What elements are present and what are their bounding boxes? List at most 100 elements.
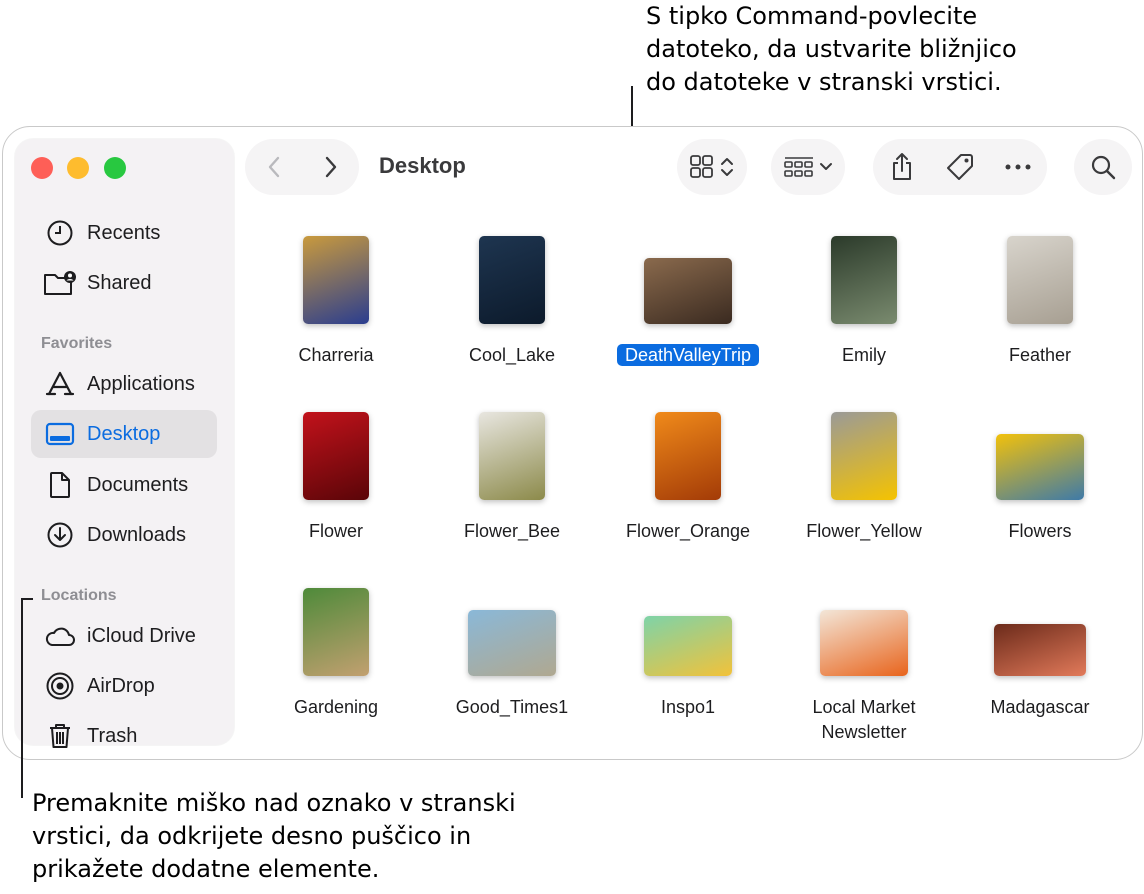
callout-line-1: S tipko Command-povlecite bbox=[646, 2, 978, 30]
file-thumbnail[interactable] bbox=[994, 624, 1086, 676]
grid-view-icon bbox=[690, 155, 713, 178]
file-name-text: Good_Times1 bbox=[455, 697, 569, 717]
callout-line-2: datoteko, da ustvarite bližnjico bbox=[646, 35, 1017, 63]
chevron-right-icon bbox=[325, 156, 336, 178]
file-thumbnail[interactable] bbox=[655, 412, 721, 500]
view-mode-button[interactable] bbox=[677, 139, 747, 195]
file-thumbnail[interactable] bbox=[831, 236, 897, 324]
sidebar-item-applications[interactable]: Applications bbox=[31, 360, 217, 408]
sidebar-item-label: Downloads bbox=[87, 523, 186, 546]
file-name[interactable]: Good_Times1 bbox=[424, 695, 600, 720]
file-name[interactable]: Flower_Bee bbox=[424, 519, 600, 544]
callout-command-drag: S tipko Command-povlecite datoteko, da u… bbox=[646, 0, 1116, 99]
file-thumbnail[interactable] bbox=[820, 610, 908, 676]
minimize-window-button[interactable] bbox=[67, 157, 89, 179]
file-name-text: Flower bbox=[308, 521, 363, 541]
close-window-button[interactable] bbox=[31, 157, 53, 179]
file-name[interactable]: Charreria bbox=[248, 343, 424, 368]
sidebar-item-airdrop[interactable]: AirDrop bbox=[31, 662, 217, 710]
file-name-text: Local Market Newsletter bbox=[812, 697, 916, 742]
file-name-text: Madagascar bbox=[990, 697, 1090, 717]
sidebar-item-recents[interactable]: Recents bbox=[31, 209, 217, 257]
group-by-button[interactable] bbox=[771, 139, 845, 195]
file-name-text: Flowers bbox=[1008, 521, 1072, 541]
tag-icon bbox=[947, 154, 973, 180]
share-icon bbox=[893, 153, 911, 180]
sidebar-heading-favorites[interactable]: Favorites bbox=[41, 335, 112, 353]
file-name[interactable]: Local Market Newsletter bbox=[776, 695, 952, 745]
file-thumbnail[interactable] bbox=[479, 412, 545, 500]
sidebar-item-trash[interactable]: Trash bbox=[31, 712, 217, 759]
chevron-updown-icon bbox=[721, 158, 733, 176]
sidebar-item-label: Desktop bbox=[87, 422, 161, 445]
file-name-text: DeathValleyTrip bbox=[616, 344, 760, 366]
callout-sidebar-hover: Premaknite miško nad oznako v stranski v… bbox=[32, 787, 592, 886]
file-name[interactable]: Gardening bbox=[248, 695, 424, 720]
callout-line-3: do datoteke v stranski vrstici. bbox=[646, 68, 1002, 96]
file-thumbnail[interactable] bbox=[1007, 236, 1073, 324]
sidebar-item-downloads[interactable]: Downloads bbox=[31, 511, 217, 559]
forward-button[interactable] bbox=[302, 139, 359, 195]
file-thumbnail[interactable] bbox=[303, 236, 369, 324]
file-thumbnail[interactable] bbox=[831, 412, 897, 500]
file-name-text: Cool_Lake bbox=[468, 345, 556, 365]
file-thumbnail[interactable] bbox=[303, 588, 369, 676]
file-name-text: Flower_Orange bbox=[625, 521, 751, 541]
applications-icon bbox=[43, 367, 77, 401]
share-button[interactable] bbox=[873, 139, 931, 195]
callout-line-3: prikažete dodatne elemente. bbox=[32, 855, 380, 883]
clock-icon bbox=[43, 216, 77, 250]
chevron-down-icon bbox=[819, 163, 832, 170]
file-name[interactable]: Flower_Yellow bbox=[776, 519, 952, 544]
shared-folder-icon bbox=[43, 266, 77, 300]
sidebar-item-desktop[interactable]: Desktop bbox=[31, 410, 217, 458]
file-thumbnail[interactable] bbox=[303, 412, 369, 500]
sidebar-item-label: iCloud Drive bbox=[87, 624, 196, 647]
file-name[interactable]: Flower_Orange bbox=[600, 519, 776, 544]
file-name[interactable]: Flowers bbox=[952, 519, 1128, 544]
file-thumbnail[interactable] bbox=[996, 434, 1084, 500]
sidebar-item-icloud-drive[interactable]: iCloud Drive bbox=[31, 612, 217, 660]
file-name-text: Feather bbox=[1008, 345, 1072, 365]
file-name[interactable]: DeathValleyTrip bbox=[600, 343, 776, 368]
sidebar: Recents Shared Favorites Applications De… bbox=[15, 139, 234, 748]
search-button[interactable] bbox=[1074, 139, 1132, 195]
search-icon bbox=[1091, 155, 1116, 180]
sidebar-item-label: Documents bbox=[87, 473, 189, 496]
finder-window: Recents Shared Favorites Applications De… bbox=[2, 126, 1143, 760]
file-name[interactable]: Inspo1 bbox=[600, 695, 776, 720]
tag-button[interactable] bbox=[931, 139, 989, 195]
more-button[interactable] bbox=[989, 139, 1047, 195]
sidebar-item-label: Shared bbox=[87, 271, 152, 294]
file-name[interactable]: Emily bbox=[776, 343, 952, 368]
file-name-text: Gardening bbox=[293, 697, 379, 717]
callout-pointer-bottom bbox=[21, 598, 23, 798]
file-name-text: Flower_Bee bbox=[463, 521, 561, 541]
file-thumbnail[interactable] bbox=[644, 258, 732, 324]
file-name[interactable]: Cool_Lake bbox=[424, 343, 600, 368]
sidebar-item-shared[interactable]: Shared bbox=[31, 259, 217, 307]
back-button[interactable] bbox=[245, 139, 302, 195]
sidebar-item-documents[interactable]: Documents bbox=[31, 461, 217, 509]
cloud-icon bbox=[43, 619, 77, 653]
callout-pointer-bottom-tick bbox=[21, 598, 33, 600]
file-name[interactable]: Feather bbox=[952, 343, 1128, 368]
zoom-window-button[interactable] bbox=[104, 157, 126, 179]
sidebar-item-label: AirDrop bbox=[87, 674, 155, 697]
sidebar-item-label: Applications bbox=[87, 372, 195, 395]
window-title: Desktop bbox=[379, 153, 466, 178]
trash-icon bbox=[43, 719, 77, 753]
file-thumbnail[interactable] bbox=[644, 616, 732, 676]
chevron-left-icon bbox=[268, 156, 279, 178]
sidebar-heading-locations[interactable]: Locations bbox=[41, 587, 117, 605]
sidebar-item-label: Recents bbox=[87, 221, 161, 244]
document-icon bbox=[43, 468, 77, 502]
file-name[interactable]: Flower bbox=[248, 519, 424, 544]
file-thumbnail[interactable] bbox=[479, 236, 545, 324]
file-name-text: Inspo1 bbox=[660, 697, 716, 717]
callout-line-1: Premaknite miško nad oznako v stranski bbox=[32, 789, 516, 817]
file-thumbnail[interactable] bbox=[468, 610, 556, 676]
file-name[interactable]: Madagascar bbox=[952, 695, 1128, 720]
sidebar-item-label: Trash bbox=[87, 724, 138, 747]
callout-line-2: vrstici, da odkrijete desno puščico in bbox=[32, 822, 472, 850]
